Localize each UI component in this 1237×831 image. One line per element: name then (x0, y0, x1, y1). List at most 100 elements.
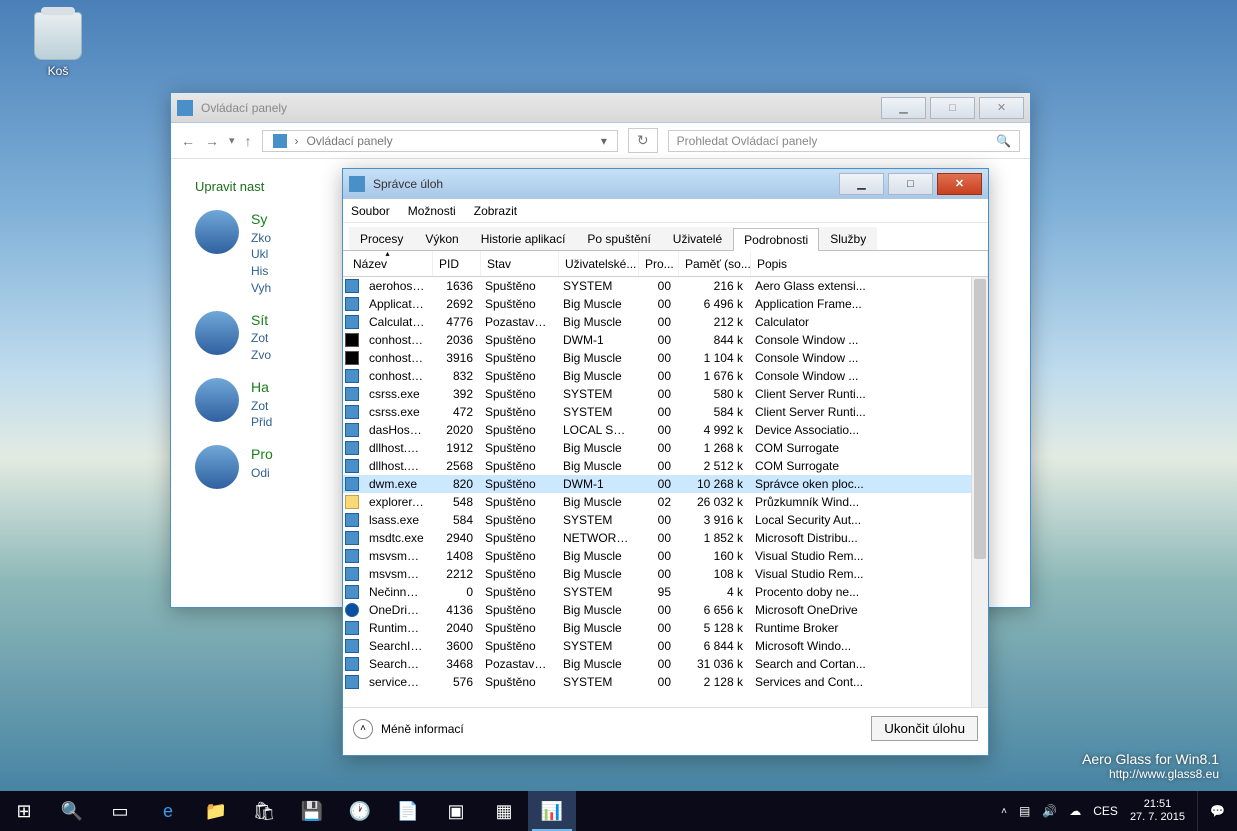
table-row[interactable]: conhost.exe832SpuštěnoBig Muscle001 676 … (343, 367, 988, 385)
col-description[interactable]: Popis (751, 251, 988, 276)
taskbar-app1[interactable]: 💾 (288, 791, 336, 831)
refresh-button[interactable]: ↻ (628, 128, 658, 153)
table-row[interactable]: msvsmon.exe1408SpuštěnoBig Muscle00160 k… (343, 547, 988, 565)
scrollbar-thumb[interactable] (974, 279, 986, 559)
task-manager-tabs: ProcesyVýkonHistorie aplikacíPo spuštění… (343, 223, 988, 251)
close-button[interactable]: ✕ (979, 97, 1024, 119)
tab-procesy[interactable]: Procesy (349, 227, 414, 250)
table-row[interactable]: explorer.exe548SpuštěnoBig Muscle0226 03… (343, 493, 988, 511)
taskbar-store[interactable]: 🛍 (240, 791, 288, 831)
col-pid[interactable]: PID (433, 251, 481, 276)
end-task-button[interactable]: Ukončit úlohu (871, 716, 978, 741)
category-sublink[interactable]: Zot (251, 330, 271, 347)
tab-služby[interactable]: Služby (819, 227, 877, 250)
col-status[interactable]: Stav (481, 251, 559, 276)
taskbar-taskview[interactable]: ▭ (96, 791, 144, 831)
category-sublink[interactable]: Přid (251, 414, 272, 431)
taskbar-app2[interactable]: 🕐 (336, 791, 384, 831)
table-row[interactable]: msdtc.exe2940SpuštěnoNETWORK...001 852 k… (343, 529, 988, 547)
maximize-button[interactable] (930, 97, 975, 119)
category-sublink[interactable]: Ukl (251, 246, 271, 263)
table-row[interactable]: OneDrive.exe4136SpuštěnoBig Muscle006 65… (343, 601, 988, 619)
cell-user: Big Muscle (557, 351, 637, 365)
minimize-button[interactable] (881, 97, 926, 119)
task-manager-table: Název PID Stav Uživatelské... Pro... Pam… (343, 251, 988, 707)
col-name[interactable]: Název (343, 251, 433, 276)
tray-clock[interactable]: 21:51 27. 7. 2015 (1130, 798, 1185, 823)
maximize-button[interactable] (888, 173, 933, 195)
table-row[interactable]: Calculator.exe4776PozastavenoBig Muscle0… (343, 313, 988, 331)
category-sublink[interactable]: Zvo (251, 347, 271, 364)
search-box[interactable]: Prohledat Ovládací panely 🔍 (668, 130, 1020, 152)
tab-po-spuštění[interactable]: Po spuštění (576, 227, 661, 250)
table-row[interactable]: lsass.exe584SpuštěnoSYSTEM003 916 kLocal… (343, 511, 988, 529)
cell-pid: 2020 (431, 423, 479, 437)
start-button[interactable]: ⊞ (0, 791, 48, 831)
control-panel-titlebar[interactable]: Ovládací panely ✕ (171, 93, 1030, 123)
table-row[interactable]: msvsmon.exe2212SpuštěnoBig Muscle00108 k… (343, 565, 988, 583)
category-sublink[interactable]: Odi (251, 465, 273, 482)
taskbar-search[interactable]: 🔍 (48, 791, 96, 831)
table-row[interactable]: dasHost.exe2020SpuštěnoLOCAL SE...004 99… (343, 421, 988, 439)
tray-language[interactable]: CES (1093, 804, 1118, 818)
nav-forward-icon[interactable]: → (205, 133, 219, 149)
table-row[interactable]: services.exe576SpuštěnoSYSTEM002 128 kSe… (343, 673, 988, 691)
table-row[interactable]: csrss.exe472SpuštěnoSYSTEM00584 kClient … (343, 403, 988, 421)
cell-cpu: 00 (637, 297, 677, 311)
category-sublink[interactable]: His (251, 263, 271, 280)
table-row[interactable]: aerohost.exe1636SpuštěnoSYSTEM00216 kAer… (343, 277, 988, 295)
table-row[interactable]: Nečinné pro...0SpuštěnoSYSTEM954 kProcen… (343, 583, 988, 601)
category-sublink[interactable]: Vyh (251, 280, 271, 297)
table-row[interactable]: SearchUI.exe3468PozastavenoBig Muscle003… (343, 655, 988, 673)
task-manager-titlebar[interactable]: Správce úloh (343, 169, 988, 199)
menu-options[interactable]: Možnosti (408, 204, 456, 218)
table-row[interactable]: csrss.exe392SpuštěnoSYSTEM00580 kClient … (343, 385, 988, 403)
close-button[interactable] (937, 173, 982, 195)
taskbar-explorer[interactable]: 📁 (192, 791, 240, 831)
taskbar-edge[interactable]: e (144, 791, 192, 831)
task-manager-window[interactable]: Správce úloh Soubor Možnosti Zobrazit Pr… (342, 168, 989, 756)
nav-up-icon[interactable]: ↑ (245, 133, 252, 149)
table-row[interactable]: dllhost.exe2568SpuštěnoBig Muscle002 512… (343, 457, 988, 475)
taskbar-app5[interactable]: ▦ (480, 791, 528, 831)
scrollbar[interactable] (971, 277, 988, 707)
taskbar-app3[interactable]: 📄 (384, 791, 432, 831)
taskbar-task-manager[interactable]: 📊 (528, 791, 576, 831)
tray-volume-icon[interactable]: 🔊 (1042, 804, 1057, 818)
fewer-details-button[interactable]: ˄ Méně informací (353, 719, 464, 739)
tab-historie-aplikací[interactable]: Historie aplikací (470, 227, 577, 250)
tab-podrobnosti[interactable]: Podrobnosti (733, 228, 819, 251)
tray-onedrive-icon[interactable]: ☁ (1069, 804, 1081, 818)
notification-center-button[interactable]: 💬 (1197, 791, 1237, 831)
table-row[interactable]: SearchInde...3600SpuštěnoSYSTEM006 844 k… (343, 637, 988, 655)
category-head[interactable]: Ha (251, 378, 272, 398)
tray-overflow-icon[interactable]: ˄ (1001, 806, 1007, 817)
nav-back-icon[interactable]: ← (181, 133, 195, 149)
menu-view[interactable]: Zobrazit (474, 204, 517, 218)
breadcrumb[interactable]: › Ovládací panely ▾ (262, 130, 618, 152)
minimize-button[interactable] (839, 173, 884, 195)
table-row[interactable]: conhost.exe3916SpuštěnoBig Muscle001 104… (343, 349, 988, 367)
nav-history-icon[interactable]: ▾ (229, 134, 235, 147)
table-row[interactable]: RuntimeBro...2040SpuštěnoBig Muscle005 1… (343, 619, 988, 637)
taskbar-app4[interactable]: ▣ (432, 791, 480, 831)
col-user[interactable]: Uživatelské... (559, 251, 639, 276)
table-row[interactable]: Application...2692SpuštěnoBig Muscle006 … (343, 295, 988, 313)
category-sublink[interactable]: Zko (251, 230, 271, 247)
breadcrumb-text: Ovládací panely (307, 134, 393, 148)
tab-výkon[interactable]: Výkon (414, 227, 469, 250)
category-sublink[interactable]: Zot (251, 398, 272, 415)
tray-network-icon[interactable]: ▤ (1019, 804, 1030, 818)
col-cpu[interactable]: Pro... (639, 251, 679, 276)
col-memory[interactable]: Paměť (so... (679, 251, 751, 276)
category-head[interactable]: Sy (251, 210, 271, 230)
tab-uživatelé[interactable]: Uživatelé (662, 227, 733, 250)
category-head[interactable]: Pro (251, 445, 273, 465)
cell-name: csrss.exe (363, 387, 431, 401)
recycle-bin-icon[interactable]: Koš (20, 12, 96, 78)
table-row[interactable]: dwm.exe820SpuštěnoDWM-10010 268 kSprávce… (343, 475, 988, 493)
table-row[interactable]: dllhost.exe1912SpuštěnoBig Muscle001 268… (343, 439, 988, 457)
menu-file[interactable]: Soubor (351, 204, 390, 218)
table-row[interactable]: conhost.exe2036SpuštěnoDWM-100844 kConso… (343, 331, 988, 349)
category-head[interactable]: Sít (251, 311, 271, 331)
